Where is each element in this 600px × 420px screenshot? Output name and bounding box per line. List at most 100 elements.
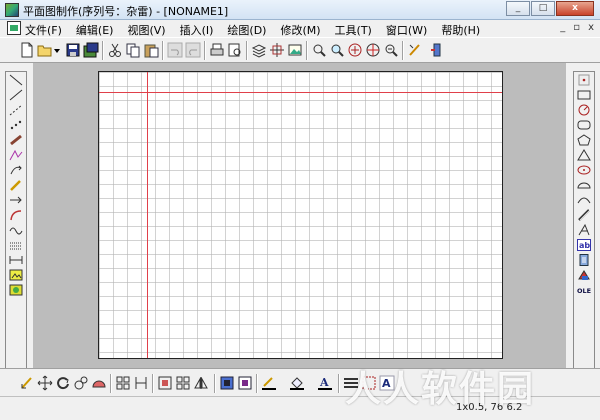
mdi-close-button[interactable]: x bbox=[588, 22, 594, 33]
pencil-tool-icon[interactable] bbox=[7, 178, 25, 192]
fill-color-icon[interactable] bbox=[288, 374, 306, 392]
menu-window[interactable]: 窗口(W) bbox=[386, 22, 427, 38]
copy-icon[interactable] bbox=[124, 41, 142, 59]
picture-tool-icon[interactable] bbox=[7, 283, 25, 297]
zoom-extents-icon[interactable] bbox=[346, 41, 364, 59]
toolbar-separator bbox=[152, 374, 154, 393]
flip-icon[interactable] bbox=[192, 374, 210, 392]
zoom-reset-icon[interactable] bbox=[382, 41, 400, 59]
copy-objects-icon[interactable] bbox=[114, 374, 132, 392]
redo-icon[interactable] bbox=[184, 41, 202, 59]
drawing-paper[interactable] bbox=[98, 71, 503, 359]
toolbar-separator bbox=[246, 41, 248, 60]
toolbar-separator bbox=[162, 41, 164, 60]
align-icon[interactable] bbox=[156, 374, 174, 392]
zoom-window-icon[interactable] bbox=[328, 41, 346, 59]
rotate-icon[interactable] bbox=[54, 374, 72, 392]
save-all-icon[interactable] bbox=[82, 41, 100, 59]
ruler-tool-icon[interactable] bbox=[7, 133, 25, 147]
close-button[interactable]: x bbox=[556, 1, 594, 16]
workspace: ab OLE bbox=[0, 63, 600, 376]
text-style-tool-icon[interactable] bbox=[575, 223, 593, 237]
horizontal-guide-line[interactable] bbox=[99, 92, 502, 93]
minimize-button[interactable]: _ bbox=[506, 1, 530, 16]
select-icon[interactable] bbox=[18, 374, 36, 392]
points-tool-icon[interactable] bbox=[7, 118, 25, 132]
paint-tool-icon[interactable] bbox=[575, 268, 593, 282]
circle-tool-icon[interactable] bbox=[575, 103, 593, 117]
save-icon[interactable] bbox=[64, 41, 82, 59]
move-icon[interactable] bbox=[36, 374, 54, 392]
mirror-icon[interactable] bbox=[174, 374, 192, 392]
arrow-tool-icon[interactable] bbox=[7, 193, 25, 207]
dropdown-icon[interactable] bbox=[52, 41, 62, 59]
menu-modify[interactable]: 修改(M) bbox=[280, 22, 320, 38]
arc-tool-icon[interactable] bbox=[575, 193, 593, 207]
array-icon[interactable] bbox=[132, 374, 150, 392]
print-icon[interactable] bbox=[208, 41, 226, 59]
toolbar-separator bbox=[338, 374, 340, 393]
line-color-icon[interactable] bbox=[260, 374, 278, 392]
draw-icon[interactable] bbox=[406, 41, 424, 59]
semi-ellipse-tool-icon[interactable] bbox=[575, 178, 593, 192]
paste-icon[interactable] bbox=[142, 41, 160, 59]
polyline-tool-icon[interactable] bbox=[7, 88, 25, 102]
text-color-label: A bbox=[319, 376, 329, 389]
window-title: 平面图制作(序列号：杂雷) - [NONAME1] bbox=[23, 5, 229, 18]
mdi-minimize-button[interactable]: _ bbox=[560, 22, 565, 33]
insert-image-tool-icon[interactable] bbox=[7, 268, 25, 282]
undo-icon[interactable] bbox=[166, 41, 184, 59]
maximize-button[interactable]: □ bbox=[531, 1, 555, 16]
menu-draw[interactable]: 绘图(D) bbox=[227, 22, 266, 38]
ellipse-tool-icon[interactable] bbox=[575, 163, 593, 177]
hatch-tool-icon[interactable] bbox=[7, 238, 25, 252]
curve-arrow-tool-icon[interactable] bbox=[7, 208, 25, 222]
group-icon[interactable] bbox=[268, 41, 286, 59]
print-preview-icon[interactable] bbox=[226, 41, 244, 59]
menu-help[interactable]: 帮助(H) bbox=[441, 22, 480, 38]
vertical-guide-line[interactable] bbox=[147, 72, 148, 358]
triangle-tool-icon[interactable] bbox=[575, 148, 593, 162]
zoom-realtime-icon[interactable] bbox=[310, 41, 328, 59]
pan-icon[interactable] bbox=[364, 41, 382, 59]
drawing-area[interactable] bbox=[33, 63, 566, 368]
toolbar-separator bbox=[306, 41, 308, 60]
fill-icon[interactable] bbox=[90, 374, 108, 392]
angle-tool-icon[interactable] bbox=[7, 148, 25, 162]
document-tool-icon[interactable] bbox=[575, 253, 593, 267]
menu-tools[interactable]: 工具(T) bbox=[335, 22, 372, 38]
left-toolbox bbox=[5, 71, 27, 376]
new-icon[interactable] bbox=[18, 41, 36, 59]
image-icon[interactable] bbox=[286, 41, 304, 59]
arc-arrow-tool-icon[interactable] bbox=[7, 163, 25, 177]
line-tool-icon[interactable] bbox=[7, 73, 25, 87]
menu-insert[interactable]: 插入(I) bbox=[180, 22, 214, 38]
document-icon[interactable] bbox=[7, 21, 21, 35]
export-icon[interactable] bbox=[428, 41, 446, 59]
text-ab-tool-icon[interactable]: ab bbox=[575, 238, 593, 252]
mdi-restore-button[interactable]: ▫ bbox=[573, 22, 580, 33]
toolbar-separator bbox=[256, 374, 258, 393]
dot-tool-icon[interactable] bbox=[575, 73, 593, 87]
scale-icon[interactable] bbox=[72, 374, 90, 392]
rectangle-tool-icon[interactable] bbox=[575, 88, 593, 102]
wall-tool-icon[interactable] bbox=[575, 208, 593, 222]
ole-tool-icon[interactable]: OLE bbox=[575, 283, 593, 297]
menu-edit[interactable]: 编辑(E) bbox=[76, 22, 114, 38]
menu-view[interactable]: 视图(V) bbox=[127, 22, 165, 38]
pentagon-tool-icon[interactable] bbox=[575, 133, 593, 147]
text-color-icon[interactable]: A bbox=[316, 374, 334, 392]
dashed-line-tool-icon[interactable] bbox=[7, 103, 25, 117]
toolbar-separator bbox=[204, 41, 206, 60]
rounded-rectangle-tool-icon[interactable] bbox=[575, 118, 593, 132]
menu-file[interactable]: 文件(F) bbox=[25, 22, 62, 38]
cut-icon[interactable] bbox=[106, 41, 124, 59]
right-toolbox: ab OLE bbox=[573, 71, 595, 376]
toolbar-separator bbox=[102, 41, 104, 60]
toolbar-separator bbox=[402, 41, 404, 60]
wave-tool-icon[interactable] bbox=[7, 223, 25, 237]
back-icon[interactable] bbox=[236, 374, 254, 392]
front-icon[interactable] bbox=[218, 374, 236, 392]
layers-icon[interactable] bbox=[250, 41, 268, 59]
dimension-tool-icon[interactable] bbox=[7, 253, 25, 267]
